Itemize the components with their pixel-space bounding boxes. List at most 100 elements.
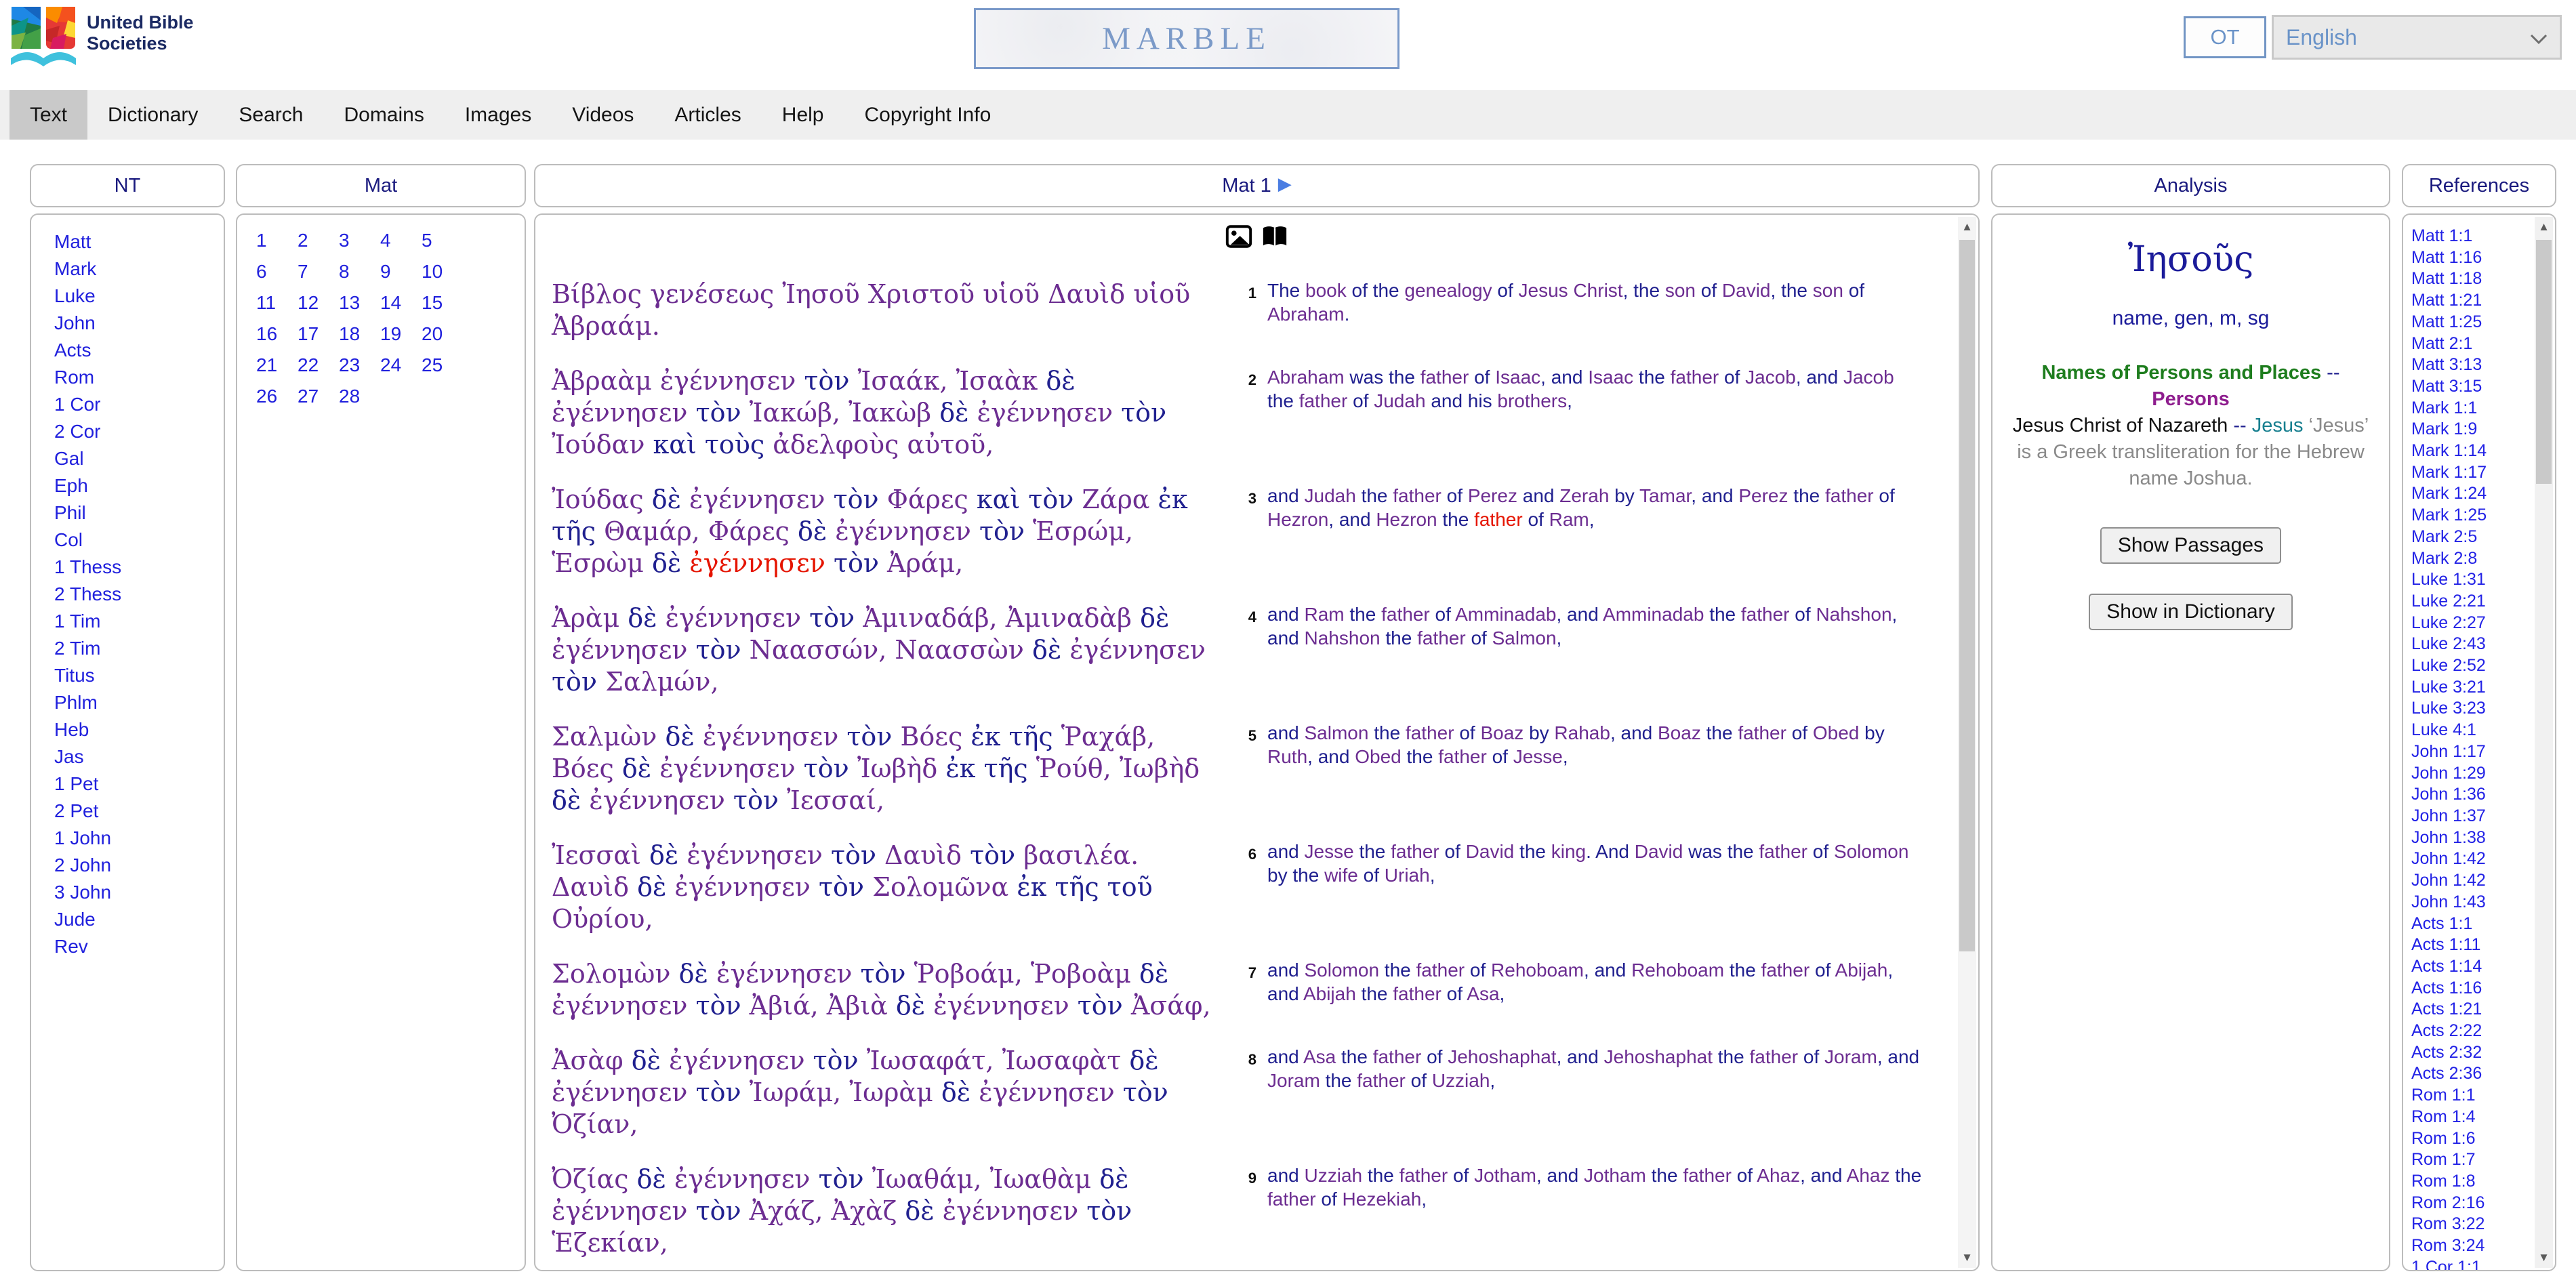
greek-word-segment[interactable]: τὸν — [834, 485, 887, 514]
greek-word-segment[interactable]: τὸν — [696, 398, 750, 428]
greek-word-segment[interactable]: τὸν — [1121, 398, 1166, 428]
greek-word-segment[interactable]: δὲ — [1140, 603, 1169, 633]
greek-word-segment[interactable]: τὸν — [813, 1046, 867, 1075]
english-word-segment[interactable]: father — [1438, 746, 1492, 767]
english-word-segment[interactable]: and — [1267, 722, 1305, 743]
english-word-segment[interactable]: the — [1362, 485, 1393, 506]
reference-link[interactable]: Acts 1:16 — [2411, 978, 2555, 1000]
english-word-segment[interactable]: David — [1466, 841, 1519, 862]
english-word-segment[interactable]: , and — [1610, 722, 1658, 743]
english-word-segment[interactable]: Abraham — [1267, 304, 1345, 325]
english-word-segment[interactable]: Jotham — [1474, 1165, 1536, 1186]
reference-link[interactable]: Mark 1:25 — [2411, 505, 2555, 527]
reference-link[interactable]: Rom 1:1 — [2411, 1085, 2555, 1107]
english-word-segment[interactable]: , and — [1307, 746, 1355, 767]
english-word-segment[interactable]: of — [1445, 841, 1466, 862]
english-word-segment[interactable]: son — [1813, 280, 1849, 301]
greek-word-segment[interactable]: Ἀρὰμ — [552, 603, 628, 633]
english-word-segment[interactable]: , — [1490, 1070, 1495, 1091]
english-word-segment[interactable]: The — [1267, 280, 1305, 301]
english-word-segment[interactable]: and — [1267, 1046, 1303, 1067]
reference-link[interactable]: John 1:17 — [2411, 741, 2555, 763]
english-word-segment[interactable]: Rahab — [1554, 722, 1610, 743]
english-word-segment[interactable]: the — [1374, 722, 1406, 743]
english-word-segment[interactable]: , — [1589, 509, 1595, 530]
greek-word-segment[interactable]: Ἰωβὴδ — [857, 754, 945, 783]
chapter-link[interactable]: 18 — [339, 323, 380, 354]
english-word-segment[interactable]: the — [1362, 983, 1393, 1004]
greek-word-segment[interactable]: Ναασσών, Ναασσὼν — [750, 635, 1032, 665]
english-word-segment[interactable]: father — [1393, 485, 1446, 506]
english-word-segment[interactable]: Jesse — [1305, 841, 1359, 862]
english-word-segment[interactable]: Isaac — [1588, 367, 1639, 388]
english-word-segment[interactable]: Asa — [1467, 983, 1499, 1004]
english-word-segment[interactable]: the — [1706, 722, 1738, 743]
english-word-segment[interactable]: , and — [1328, 509, 1376, 530]
english-word-segment[interactable]: the — [1718, 1046, 1750, 1067]
greek-word-segment[interactable]: ἐγέννησεν — [835, 516, 979, 546]
greek-word-segment[interactable]: ἐγέννησεν — [552, 1196, 696, 1226]
nav-tab-help[interactable]: Help — [762, 90, 844, 140]
english-word-segment[interactable]: Jotham — [1584, 1165, 1652, 1186]
english-word-segment[interactable]: and — [1267, 604, 1305, 625]
nav-tab-text[interactable]: Text — [9, 90, 87, 140]
nav-tab-dictionary[interactable]: Dictionary — [87, 90, 218, 140]
english-word-segment[interactable]: of the — [1352, 280, 1405, 301]
reference-link[interactable]: Matt 1:18 — [2411, 268, 2555, 290]
greek-word-segment[interactable]: Ἀσάφ, — [1131, 991, 1211, 1021]
english-word-segment[interactable]: of — [1470, 960, 1491, 981]
reference-link[interactable]: Matt 1:21 — [2411, 290, 2555, 312]
book-link[interactable]: Phlm — [54, 689, 224, 716]
scroll-up-icon[interactable]: ▲ — [1958, 217, 1976, 237]
english-word-segment[interactable]: father — [1671, 367, 1724, 388]
greek-word-segment[interactable]: δὲ — [637, 1164, 674, 1194]
english-word-segment[interactable]: of — [1435, 604, 1456, 625]
english-word-segment[interactable]: Salmon — [1492, 627, 1557, 649]
reference-link[interactable]: Luke 2:27 — [2411, 613, 2555, 634]
nav-tab-copyright-info[interactable]: Copyright Info — [844, 90, 1011, 140]
reference-link[interactable]: Rom 1:6 — [2411, 1128, 2555, 1150]
greek-word-segment[interactable]: ἐγέννησεν — [674, 1164, 819, 1194]
greek-word-segment[interactable]: ἐγέννησεν — [716, 959, 861, 989]
chapter-link[interactable]: 15 — [422, 292, 463, 323]
greek-word-segment[interactable]: τὸν — [809, 603, 863, 633]
reference-link[interactable]: Matt 3:15 — [2411, 376, 2555, 398]
english-word-segment[interactable]: Asa — [1303, 1046, 1341, 1067]
greek-word-segment[interactable]: Ἀμιναδάβ, Ἀμιναδὰβ — [863, 603, 1140, 633]
greek-word-segment[interactable]: Ἰσαάκ, Ἰσαὰκ — [858, 366, 1046, 396]
english-word-segment[interactable]: of — [1474, 367, 1495, 388]
greek-word-segment[interactable]: Ἰούδαν — [552, 430, 653, 459]
english-word-segment[interactable]: Abijah — [1303, 983, 1362, 1004]
scroll-up-icon[interactable]: ▲ — [2535, 217, 2553, 237]
english-word-segment[interactable]: Uzziah — [1305, 1165, 1368, 1186]
english-word-segment[interactable]: the — [1385, 627, 1417, 649]
english-word-segment[interactable]: , and — [1557, 1046, 1604, 1067]
chapter-link[interactable]: 3 — [339, 230, 380, 261]
english-word-segment[interactable]: of — [1492, 746, 1513, 767]
english-word-segment[interactable]: of — [1321, 1189, 1342, 1210]
chapter-link[interactable]: 26 — [256, 386, 298, 417]
greek-word-segment[interactable]: δὲ — [798, 516, 835, 546]
greek-word-segment[interactable]: Ἰούδας — [552, 485, 652, 514]
greek-word-segment[interactable]: Σαλμών, — [605, 667, 718, 697]
chapter-link[interactable]: 8 — [339, 261, 380, 292]
english-word-segment[interactable]: of — [1528, 509, 1549, 530]
english-word-segment[interactable]: Perez — [1468, 485, 1523, 506]
greek-word-segment[interactable]: Ἰωράμ, Ἰωρὰμ — [750, 1077, 941, 1107]
english-word-segment[interactable]: father — [1399, 1165, 1453, 1186]
english-word-segment[interactable]: , — [1567, 390, 1572, 411]
english-word-segment[interactable]: Uriah — [1385, 865, 1430, 886]
english-word-segment[interactable]: , — [1563, 746, 1568, 767]
nav-tab-domains[interactable]: Domains — [323, 90, 444, 140]
english-word-segment[interactable]: Judah — [1305, 485, 1362, 506]
show-in-dictionary-button[interactable]: Show in Dictionary — [2089, 594, 2292, 630]
book-link[interactable]: 3 John — [54, 879, 224, 906]
reference-link[interactable]: Mark 1:14 — [2411, 440, 2555, 462]
greek-word-segment[interactable]: Θαμάρ, Φάρες — [604, 516, 798, 546]
greek-word-segment[interactable]: δὲ — [1046, 366, 1075, 396]
greek-word-segment[interactable]: Ἀσὰφ — [552, 1046, 632, 1075]
greek-word-segment[interactable]: ἐγέννησεν — [552, 398, 696, 428]
greek-word-segment[interactable]: τὸν — [696, 991, 750, 1021]
reference-link[interactable]: Mark 1:24 — [2411, 483, 2555, 505]
reference-link[interactable]: Luke 1:31 — [2411, 569, 2555, 591]
